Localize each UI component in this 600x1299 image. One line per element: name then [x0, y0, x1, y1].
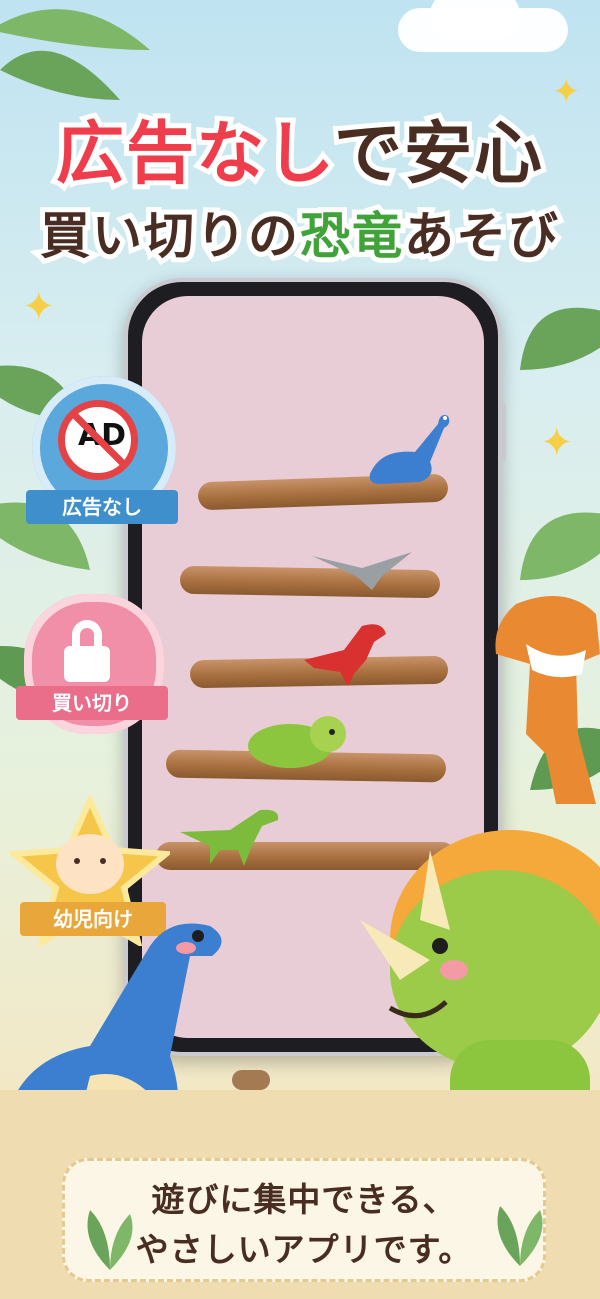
- badge-ribbon-no-ads: 広告なし: [26, 490, 178, 524]
- orange-trex-illustration: [495, 596, 600, 804]
- plant-bottom-left: [87, 1210, 133, 1270]
- headline-one-time-purchase: 買い切りの: [35, 202, 303, 270]
- rock: [232, 1070, 270, 1090]
- plant-bottom-right: [497, 1206, 543, 1266]
- green-raptor-piece[interactable]: [180, 802, 290, 872]
- badge-ribbon-one-time-purchase: 買い切り: [16, 686, 168, 720]
- lock-body: [64, 646, 110, 682]
- baby-eye-left: [74, 858, 80, 864]
- badge-one-time-purchase: 買い切り: [16, 594, 170, 744]
- green-triceratops-piece[interactable]: [242, 706, 352, 776]
- headline-play: あそび: [399, 202, 563, 270]
- promo-screenshot: 広告なしで安心 買い切りの恐竜あそび ✦ ✦ ✦ AD 広告なし 買い切り 幼児…: [0, 0, 600, 1299]
- sparkle-icon: ✦: [552, 72, 581, 112]
- phone-side-button: [500, 402, 506, 462]
- headline-line-2: 買い切りの恐竜あそび: [0, 196, 600, 270]
- red-trex-piece[interactable]: [304, 616, 394, 686]
- headline-dinosaur: 恐竜: [295, 202, 407, 270]
- badge-no-ads: AD 広告なし: [26, 376, 180, 526]
- baby-eye-right: [100, 858, 106, 864]
- blue-brachiosaurus-piece[interactable]: [360, 404, 460, 494]
- baby-face-icon: [56, 834, 124, 894]
- headline-safe: で安心: [329, 110, 547, 199]
- headline-no-ads: 広告なし: [51, 110, 337, 199]
- cloud: [430, 0, 520, 40]
- lock-icon: [72, 620, 102, 648]
- headline-line-1: 広告なしで安心: [0, 98, 600, 199]
- grey-pteranodon-piece[interactable]: [312, 546, 422, 596]
- sparkle-icon: ✦: [22, 284, 56, 330]
